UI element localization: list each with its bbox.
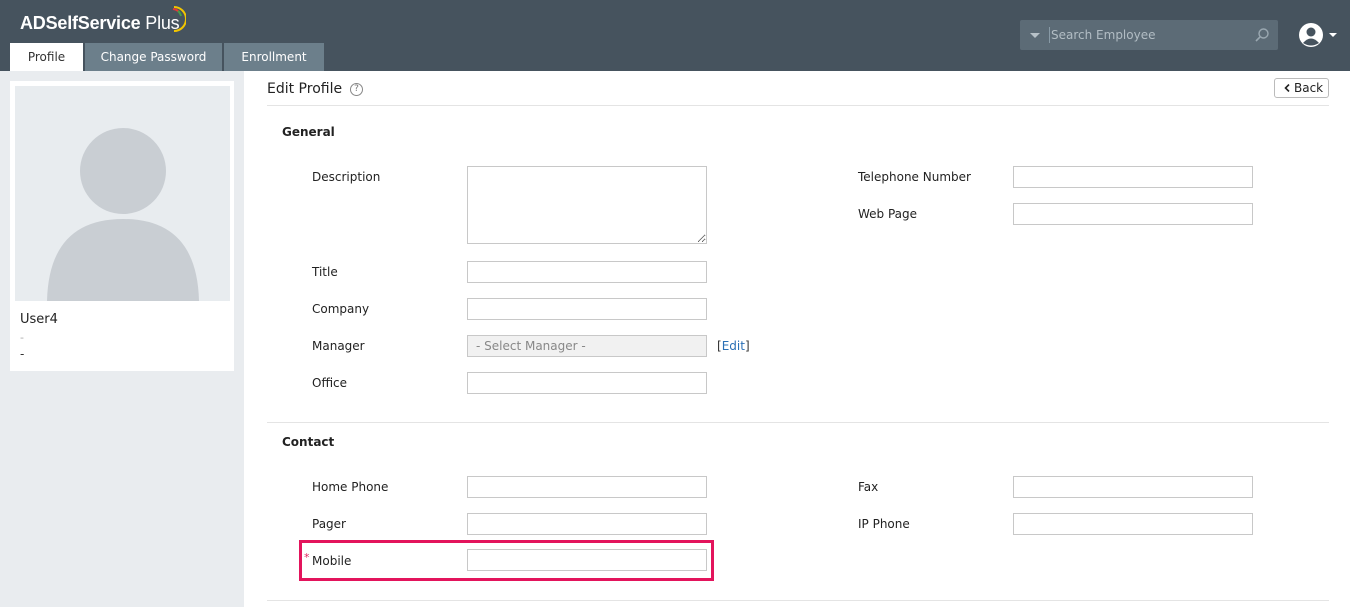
user-name: User4 xyxy=(20,312,58,327)
pager-label: Pager xyxy=(312,517,346,531)
description-input[interactable] xyxy=(467,166,707,244)
help-icon[interactable]: ? xyxy=(350,83,363,96)
search-separator xyxy=(1049,27,1050,43)
back-button[interactable]: Back xyxy=(1274,78,1329,98)
user-detail-2: - xyxy=(20,347,25,361)
search-icon[interactable] xyxy=(1254,27,1270,43)
description-label: Description xyxy=(312,170,381,184)
user-account-icon[interactable] xyxy=(1298,22,1338,48)
fax-label: Fax xyxy=(858,480,879,494)
office-label: Office xyxy=(312,376,348,390)
tab-change-password[interactable]: Change Password xyxy=(85,43,222,71)
tab-profile[interactable]: Profile xyxy=(10,43,83,71)
manager-select[interactable]: - Select Manager - xyxy=(467,335,707,357)
ip-phone-label: IP Phone xyxy=(858,517,910,531)
title-label: Title xyxy=(312,265,338,279)
search-input[interactable] xyxy=(1051,24,1251,46)
app-logo[interactable]: ADSelfService Plus xyxy=(20,13,180,34)
page-title: Edit Profile xyxy=(267,81,343,97)
company-input[interactable] xyxy=(467,298,707,320)
section-divider xyxy=(267,422,1329,423)
pager-input[interactable] xyxy=(467,513,707,535)
home-phone-label: Home Phone xyxy=(312,480,389,494)
mobile-highlight xyxy=(299,540,714,581)
section-contact: Contact xyxy=(282,435,335,449)
title-divider xyxy=(267,105,1329,106)
office-input[interactable] xyxy=(467,372,707,394)
manager-edit-link[interactable]: Edit xyxy=(722,339,745,353)
home-phone-input[interactable] xyxy=(467,476,707,498)
section-general: General xyxy=(282,125,335,139)
logo-arc-icon xyxy=(172,6,186,32)
manager-label: Manager xyxy=(312,339,365,353)
profile-photo[interactable] xyxy=(15,86,230,301)
ip-phone-input[interactable] xyxy=(1013,513,1253,535)
employee-search xyxy=(1020,20,1278,50)
chevron-left-icon xyxy=(1284,84,1290,92)
default-avatar-icon xyxy=(47,128,199,301)
user-detail-1: - xyxy=(20,331,24,344)
top-header: ADSelfService Plus Profile Change Passwo… xyxy=(0,0,1350,71)
company-label: Company xyxy=(312,302,370,316)
webpage-label: Web Page xyxy=(858,207,918,221)
fax-input[interactable] xyxy=(1013,476,1253,498)
search-filter-dropdown-icon[interactable] xyxy=(1030,33,1040,38)
user-card: User4 - - xyxy=(10,81,234,371)
tab-enrollment[interactable]: Enrollment xyxy=(224,43,324,71)
telephone-label: Telephone Number xyxy=(858,170,971,184)
webpage-input[interactable] xyxy=(1013,203,1253,225)
bottom-divider xyxy=(267,600,1329,601)
manager-edit: [Edit] xyxy=(717,339,750,353)
title-input[interactable] xyxy=(467,261,707,283)
main-tabs: Profile Change Password Enrollment xyxy=(10,43,326,71)
telephone-input[interactable] xyxy=(1013,166,1253,188)
